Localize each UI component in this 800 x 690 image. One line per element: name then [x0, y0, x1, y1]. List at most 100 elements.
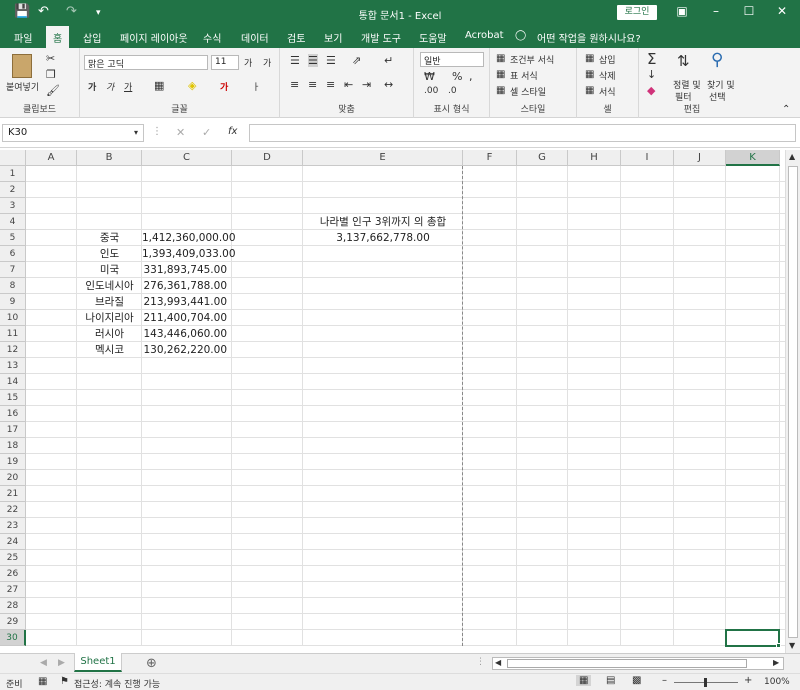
table-format-button[interactable]: 표 서식 — [510, 69, 538, 82]
cell-styles-button[interactable]: 셀 스타일 — [510, 85, 546, 98]
tab-page-layout[interactable]: 페이지 레이아웃 — [120, 30, 188, 45]
column-header-d[interactable]: D — [232, 150, 303, 166]
zoom-slider-thumb[interactable] — [704, 678, 707, 687]
login-button[interactable]: 로그인 — [617, 5, 657, 20]
column-header-i[interactable]: I — [621, 150, 674, 166]
spreadsheet-grid[interactable]: A B C D E F G H I J K 1 2 3 4 5 6 7 8 9 10 11 12 13 14 15 16 17 18 19… — [0, 150, 785, 655]
macro-record-icon[interactable]: ▦ — [38, 676, 47, 687]
column-header-b[interactable]: B — [77, 150, 142, 166]
row-header-15[interactable]: 15 — [0, 390, 26, 406]
column-header-c[interactable]: C — [142, 150, 232, 166]
paste-icon[interactable] — [12, 54, 32, 78]
new-sheet-icon[interactable]: ⊕ — [146, 656, 157, 671]
row-header-14[interactable]: 14 — [0, 374, 26, 390]
cancel-icon[interactable]: ✕ — [176, 126, 185, 139]
cell-c8[interactable]: 276,361,788.00 — [142, 278, 228, 294]
row-header-8[interactable]: 8 — [0, 278, 26, 294]
row-header-29[interactable]: 29 — [0, 614, 26, 630]
row-header-9[interactable]: 9 — [0, 294, 26, 310]
scroll-left-icon[interactable]: ◀ — [495, 658, 501, 667]
tab-home[interactable]: 홈 — [46, 26, 70, 48]
cell-e5[interactable]: 3,137,662,778.00 — [303, 230, 463, 246]
wrap-text-icon[interactable]: ↵ — [384, 54, 393, 67]
cell-c10[interactable]: 211,400,704.00 — [142, 310, 228, 326]
row-header-22[interactable]: 22 — [0, 502, 26, 518]
decrease-decimal-icon[interactable]: .0 — [448, 86, 457, 96]
cell-b5[interactable]: 중국 — [77, 230, 142, 246]
cell-b6[interactable]: 인도 — [77, 246, 142, 262]
close-button[interactable]: ✕ — [772, 4, 792, 18]
tab-insert[interactable]: 삽입 — [83, 30, 101, 45]
conditional-format-button[interactable]: 조건부 서식 — [510, 53, 554, 66]
name-box[interactable]: K30 — [2, 124, 144, 142]
insert-function-button[interactable]: fx — [228, 126, 237, 137]
tab-splitter-icon[interactable]: ⋮ — [476, 657, 485, 667]
row-header-27[interactable]: 27 — [0, 582, 26, 598]
row-header-30[interactable]: 30 — [0, 630, 26, 646]
delete-cells-button[interactable]: 삭제 — [599, 69, 616, 82]
merge-center-icon[interactable]: ↔ — [384, 78, 393, 91]
normal-view-icon[interactable]: ▦ — [576, 675, 592, 686]
bold-icon[interactable]: 가 — [88, 80, 96, 93]
next-sheet-icon[interactable]: ▶ — [58, 658, 65, 668]
align-right-icon[interactable]: ≡ — [326, 78, 335, 91]
zoom-level[interactable]: 100% — [764, 677, 790, 687]
row-header-3[interactable]: 3 — [0, 198, 26, 214]
tab-file[interactable]: 파일 — [14, 30, 32, 45]
align-middle-icon[interactable]: ☰ — [308, 54, 318, 67]
accessibility-icon[interactable]: ⚑ — [60, 676, 69, 687]
format-painter-icon[interactable]: 🖌 — [46, 84, 60, 97]
comma-icon[interactable]: , — [469, 70, 473, 83]
row-header-24[interactable]: 24 — [0, 534, 26, 550]
font-name-select[interactable]: 맑은 고딕 — [84, 55, 208, 70]
currency-icon[interactable]: ₩ — [424, 70, 435, 83]
row-header-7[interactable]: 7 — [0, 262, 26, 278]
vertical-scrollbar[interactable]: ▲ ▼ — [785, 150, 800, 655]
percent-icon[interactable]: % — [452, 70, 462, 83]
row-header-13[interactable]: 13 — [0, 358, 26, 374]
cut-icon[interactable]: ✂ — [46, 52, 55, 65]
copy-icon[interactable]: ❐ — [46, 68, 56, 81]
border-icon[interactable]: ▦ — [154, 79, 164, 92]
row-header-23[interactable]: 23 — [0, 518, 26, 534]
italic-icon[interactable]: 가 — [106, 80, 114, 93]
cell-c5[interactable]: 1,412,360,000.00 — [142, 230, 236, 246]
tab-help[interactable]: 도움말 — [419, 30, 447, 45]
row-header-21[interactable]: 21 — [0, 486, 26, 502]
ribbon-display-icon[interactable]: ▣ — [672, 4, 692, 18]
page-break-view-icon[interactable]: ▩ — [632, 675, 641, 686]
underline-icon[interactable]: 가 — [124, 80, 132, 93]
column-header-k[interactable]: K — [726, 150, 780, 166]
cell-c6[interactable]: 1,393,409,033.00 — [142, 246, 236, 262]
fill-icon[interactable]: ↓ — [647, 68, 656, 81]
decrease-font-icon[interactable]: 가 — [263, 56, 271, 69]
cell-c9[interactable]: 213,993,441.00 — [142, 294, 228, 310]
align-bottom-icon[interactable]: ☰ — [326, 54, 336, 67]
row-header-11[interactable]: 11 — [0, 326, 26, 342]
increase-font-icon[interactable]: 가 — [244, 56, 252, 69]
formula-input[interactable] — [249, 124, 796, 142]
scroll-up-icon[interactable]: ▲ — [789, 152, 795, 161]
cell-b11[interactable]: 러시아 — [77, 326, 142, 342]
scroll-down-icon[interactable]: ▼ — [789, 641, 795, 650]
number-format-select[interactable]: 일반 — [420, 52, 484, 67]
vertical-scroll-thumb[interactable] — [788, 166, 798, 638]
page-layout-view-icon[interactable]: ▤ — [606, 675, 615, 686]
tab-data[interactable]: 데이터 — [241, 30, 269, 45]
row-header-25[interactable]: 25 — [0, 550, 26, 566]
font-color-icon[interactable]: 가 — [220, 80, 228, 93]
autosum-icon[interactable]: Σ — [647, 50, 656, 68]
column-header-j[interactable]: J — [674, 150, 726, 166]
zoom-in-icon[interactable]: + — [744, 675, 752, 686]
align-center-icon[interactable]: ≡ — [308, 78, 317, 91]
sheet-tab-sheet1[interactable]: Sheet1 — [74, 653, 122, 672]
cell-e4[interactable]: 나라별 인구 3위까지 의 총합 — [293, 214, 473, 230]
cell-b8[interactable]: 인도네시아 — [77, 278, 142, 294]
row-header-2[interactable]: 2 — [0, 182, 26, 198]
cell-b7[interactable]: 미국 — [77, 262, 142, 278]
row-header-26[interactable]: 26 — [0, 566, 26, 582]
prev-sheet-icon[interactable]: ◀ — [40, 658, 47, 668]
maximize-button[interactable]: ☐ — [739, 4, 759, 18]
cell-b9[interactable]: 브라질 — [77, 294, 142, 310]
column-header-e[interactable]: E — [303, 150, 463, 166]
